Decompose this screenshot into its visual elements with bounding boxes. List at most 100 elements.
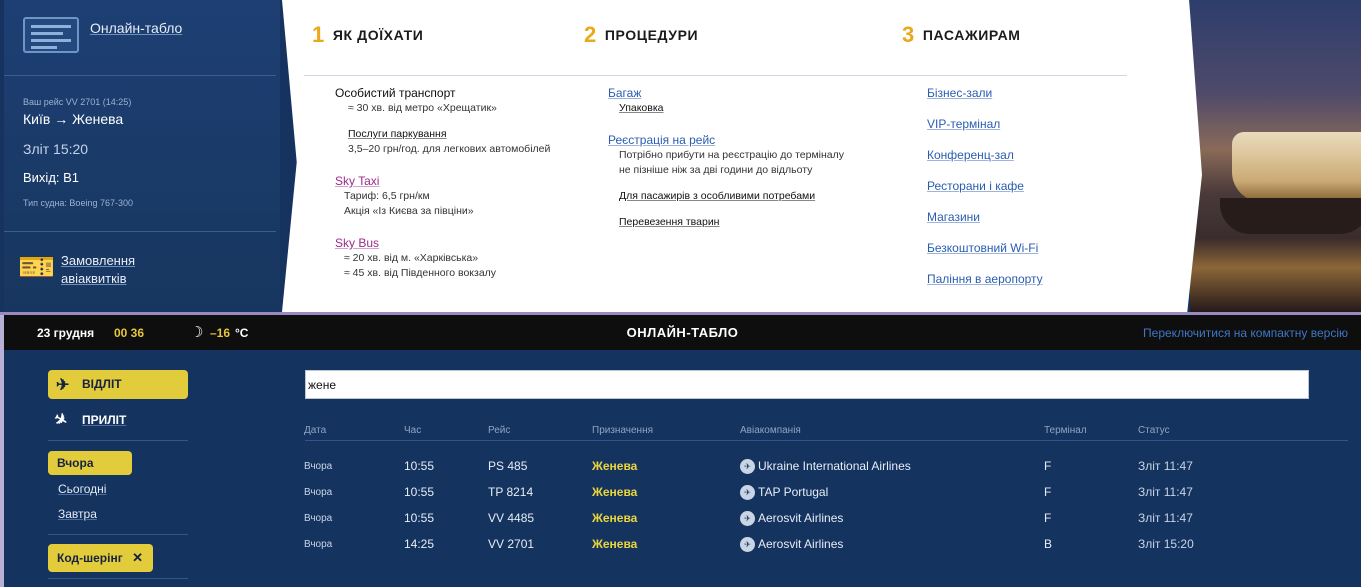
arrivals-button[interactable]: ✈ ПРИЛІТ — [48, 410, 188, 434]
sky-taxi-tariff: Тариф: 6,5 грн/км — [344, 190, 430, 202]
info-menu: 1 ЯК ДОЇХАТИ 2 ПРОЦЕДУРИ 3 ПАСАЖИРАМ Особис… — [282, 0, 1202, 312]
special-needs-link[interactable]: Для пасажирів з особливими потребами — [619, 190, 815, 202]
search-input[interactable] — [305, 370, 1309, 399]
plane-landing-icon: ✈ — [50, 409, 71, 432]
smoking-link[interactable]: Паління в аеропорту — [927, 272, 1043, 286]
sky-bus-link[interactable]: Sky Bus — [335, 236, 379, 250]
water-reflection — [1190, 238, 1361, 312]
animals-link[interactable]: Перевезення тварин — [619, 216, 719, 228]
sky-bus-note2: ≈ 45 хв. від Південного вокзалу — [344, 267, 497, 279]
airline-logo-icon: ✈ — [740, 511, 755, 526]
shops-link[interactable]: Магазини — [927, 210, 980, 224]
menu-heading-getting-here: 1 ЯК ДОЇХАТИ — [312, 22, 424, 47]
row-destination: Женева — [592, 511, 638, 525]
row-airline: Aerosvit Airlines — [758, 537, 844, 551]
row-date: Вчора — [304, 513, 333, 524]
row-airline: Ukraine International Airlines — [758, 459, 911, 473]
row-flight: TP 8214 — [488, 485, 534, 499]
row-date: Вчора — [304, 539, 333, 550]
row-date: Вчора — [304, 487, 333, 498]
private-transport-label: Особистий транспорт — [335, 86, 456, 100]
row-time: 10:55 — [404, 511, 435, 525]
harbor-photo — [1190, 0, 1361, 312]
book-tickets-line2: авіаквитків — [61, 271, 127, 286]
parking-link[interactable]: Послуги паркування — [348, 128, 447, 140]
boat-canopy — [1232, 132, 1361, 202]
menu-heading-procedures: 2 ПРОЦЕДУРИ — [584, 22, 699, 47]
row-status: Зліт 11:47 — [1138, 459, 1193, 473]
divider — [48, 578, 188, 579]
divider — [4, 231, 276, 232]
checkin-note2: не пізніше ніж за дві години до відльоту — [619, 164, 813, 176]
plane-takeoff-icon: ✈ — [56, 377, 70, 394]
sky-bus-note1: ≈ 20 хв. від м. «Харківська» — [344, 252, 479, 264]
row-terminal: F — [1044, 511, 1052, 525]
vip-terminal-link[interactable]: VIP-термінал — [927, 117, 1000, 131]
departure-board-icon[interactable] — [23, 17, 79, 53]
tickets-icon[interactable]: 🎫 — [18, 250, 55, 285]
row-status: Зліт 11:47 — [1138, 511, 1193, 525]
private-transport-note: ≈ 30 хв. від метро «Хрещатик» — [348, 102, 497, 114]
divider — [4, 75, 276, 76]
column-header-flight: Рейс — [488, 425, 511, 436]
menu-divider — [304, 75, 1127, 76]
conference-hall-link[interactable]: Конференц-зал — [927, 148, 1014, 162]
sky-taxi-link[interactable]: Sky Taxi — [335, 174, 379, 188]
compact-version-link[interactable]: Переключитися на компактну версію — [1143, 326, 1348, 340]
sky-taxi-promo: Акція «Із Києва за півціни» — [344, 205, 474, 217]
airline-logo-icon: ✈ — [740, 459, 755, 474]
aircraft-type: Тип судна: Boeing 767-300 — [23, 198, 133, 208]
gate-label: Вихід: B1 — [23, 170, 80, 185]
row-airline: Aerosvit Airlines — [758, 511, 844, 525]
column-header-date: Дата — [304, 425, 327, 436]
row-airline: TAP Portugal — [758, 485, 829, 499]
wifi-link[interactable]: Безкоштовний Wi-Fi — [927, 241, 1038, 255]
row-time: 10:55 — [404, 485, 435, 499]
divider — [48, 440, 188, 441]
column-header-destination: Призначення — [592, 425, 654, 436]
row-time: 10:55 — [404, 459, 435, 473]
packing-link[interactable]: Упаковка — [619, 102, 664, 114]
row-destination: Женева — [592, 537, 638, 551]
row-terminal: B — [1044, 537, 1053, 551]
boat-hull — [1220, 198, 1361, 234]
restaurants-link[interactable]: Ресторани і кафе — [927, 179, 1024, 193]
departure-time: Зліт 15:20 — [23, 141, 89, 157]
row-flight: VV 2701 — [488, 537, 535, 551]
table-header-divider — [305, 440, 1348, 441]
departures-label: ВІДЛІТ — [82, 377, 122, 391]
row-flight: VV 4485 — [488, 511, 535, 525]
online-board-link[interactable]: Онлайн-табло — [90, 20, 182, 36]
table-row[interactable]: Вчора 14:25 VV 2701 Женева ✈ Aerosvit Ai… — [4, 533, 1361, 559]
departures-button[interactable]: ✈ ВІДЛІТ — [48, 370, 188, 399]
airline-logo-icon: ✈ — [740, 485, 755, 500]
row-terminal: F — [1044, 485, 1052, 499]
row-destination: Женева — [592, 459, 638, 473]
book-tickets-link[interactable]: Замовлення авіаквитків — [61, 252, 135, 288]
column-header-airline: Авіакомпанія — [740, 425, 801, 436]
your-flight-label: Ваш рейс VV 2701 (14:25) — [23, 97, 132, 107]
table-row[interactable]: Вчора 10:55 PS 485 Женева ✈ Ukraine Inte… — [4, 455, 1361, 481]
menu-heading-passengers: 3 ПАСАЖИРАМ — [902, 22, 1021, 47]
row-date: Вчора — [304, 461, 333, 472]
row-status: Зліт 11:47 — [1138, 485, 1193, 499]
column-header-status: Статус — [1138, 425, 1170, 436]
business-lounge-link[interactable]: Бізнес-зали — [927, 86, 992, 100]
arrivals-label: ПРИЛІТ — [82, 413, 127, 427]
book-tickets-line1: Замовлення — [61, 253, 136, 268]
row-flight: PS 485 — [488, 459, 528, 473]
table-row[interactable]: Вчора 10:55 TP 8214 Женева ✈ TAP Portuga… — [4, 481, 1361, 507]
row-terminal: F — [1044, 459, 1052, 473]
airline-logo-icon: ✈ — [740, 537, 755, 552]
column-header-terminal: Термінал — [1044, 425, 1087, 436]
online-board: 23 грудня 00 36 ☽ –16 °C ОНЛАЙН-ТАБЛО Пе… — [4, 315, 1361, 587]
flight-route: Київ → Женева — [23, 111, 124, 127]
row-status: Зліт 15:20 — [1138, 537, 1194, 551]
parking-note: 3,5–20 грн/год. для легкових автомобілей — [348, 143, 551, 155]
board-header-bar: 23 грудня 00 36 ☽ –16 °C ОНЛАЙН-ТАБЛО Пе… — [4, 315, 1361, 350]
row-destination: Женева — [592, 485, 638, 499]
column-header-time: Час — [404, 425, 422, 436]
baggage-link[interactable]: Багаж — [608, 86, 641, 100]
table-row[interactable]: Вчора 10:55 VV 4485 Женева ✈ Aerosvit Ai… — [4, 507, 1361, 533]
checkin-link[interactable]: Реєстрація на рейс — [608, 133, 715, 147]
